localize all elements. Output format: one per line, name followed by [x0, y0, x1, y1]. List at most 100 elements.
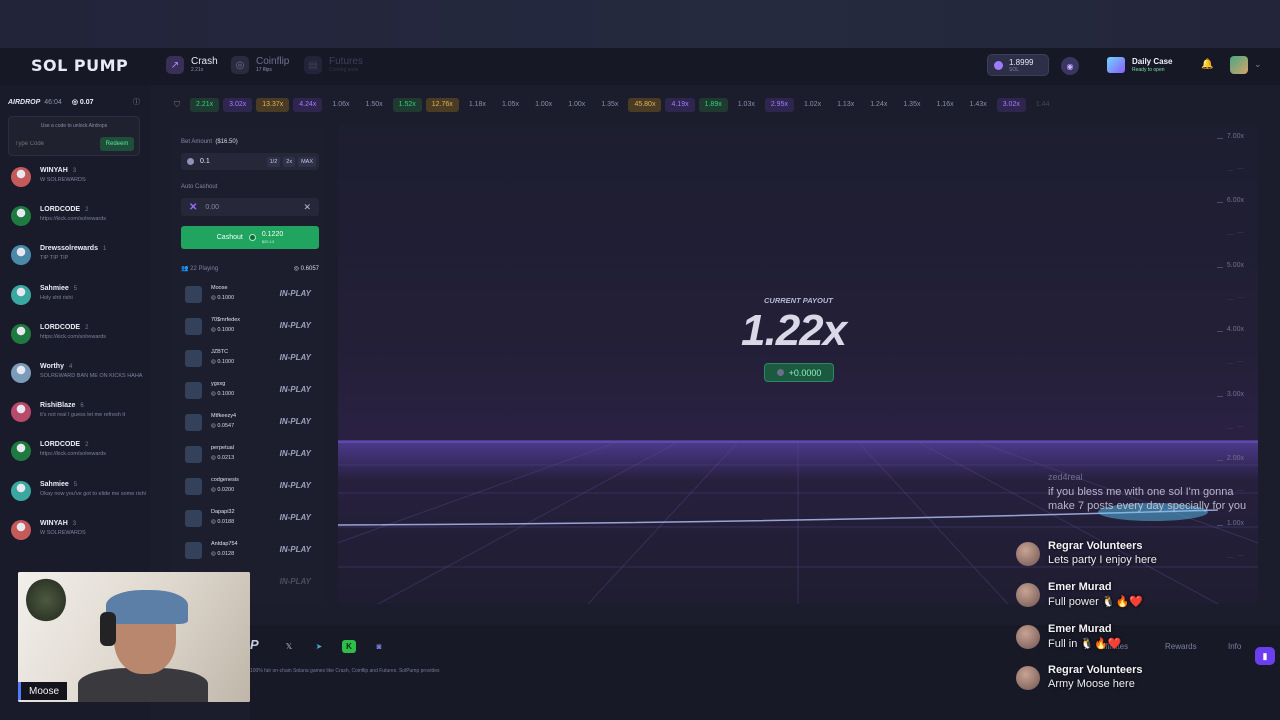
- player-avatar: [185, 510, 202, 527]
- history-multiplier[interactable]: 1.50x: [360, 98, 389, 112]
- futures-icon: ▤: [304, 56, 322, 74]
- half-button[interactable]: 1/2: [266, 156, 281, 167]
- chat-username[interactable]: LORDCODE 2: [40, 206, 88, 213]
- avatar[interactable]: [11, 245, 31, 266]
- x-icon[interactable]: 𝕏: [282, 640, 296, 653]
- chat-username[interactable]: RishiBlaze 6: [40, 402, 84, 409]
- tab-coinflip[interactable]: ◎ Coinflip 17 flips: [231, 56, 289, 74]
- history-multiplier[interactable]: 1.05x: [496, 98, 525, 112]
- avatar[interactable]: [11, 480, 31, 501]
- history-multiplier[interactable]: 1.35x: [897, 98, 926, 112]
- sol-coin-icon: [248, 234, 256, 241]
- avatar[interactable]: [1230, 56, 1248, 74]
- daily-case-button[interactable]: Daily Case Ready to open: [1107, 53, 1172, 77]
- chat-username[interactable]: Sahmiee 5: [40, 481, 77, 488]
- airdrop-timer: 46:04: [44, 98, 62, 106]
- telegram-icon[interactable]: ➤: [312, 640, 326, 653]
- footer-link-rewards[interactable]: Rewards: [1165, 642, 1197, 651]
- y-tick-label: 5.00x: [1216, 262, 1244, 269]
- chat-bubble-icon[interactable]: ▮: [1255, 647, 1275, 665]
- double-button[interactable]: 2x: [283, 156, 296, 167]
- player-bet: ◎ 0.1000: [211, 391, 235, 397]
- avatar[interactable]: [11, 167, 31, 187]
- kick-icon[interactable]: K: [342, 640, 356, 653]
- bell-icon[interactable]: 🔔: [1201, 59, 1213, 70]
- avatar[interactable]: [11, 362, 31, 383]
- chat-message: WINYAH 3 W SOLREWARDS: [8, 516, 148, 555]
- tab-crash[interactable]: ↗ Crash 2.21x: [166, 56, 218, 74]
- history-multiplier[interactable]: 12.76x: [425, 98, 459, 112]
- history-multiplier[interactable]: 3.02x: [223, 98, 253, 112]
- history-multiplier[interactable]: 1.43x: [964, 98, 993, 112]
- history-multiplier[interactable]: 1.00x: [529, 98, 558, 112]
- history-multiplier[interactable]: 1.44: [1030, 98, 1056, 112]
- redeem-button[interactable]: Redeem: [100, 137, 134, 151]
- chat-username[interactable]: WINYAH 3: [40, 167, 76, 174]
- chat-text: https://kick.com/solrewards: [40, 216, 107, 223]
- sol-coin-icon: [994, 60, 1003, 70]
- history-multiplier[interactable]: 1.24x: [864, 98, 893, 112]
- history-multiplier[interactable]: 1.18x: [463, 98, 492, 112]
- history-multiplier[interactable]: 4.24x: [293, 98, 323, 112]
- y-tick-label: 2.00x: [1216, 455, 1244, 462]
- chat-username[interactable]: LORDCODE 2: [40, 441, 88, 448]
- history-multiplier[interactable]: 1.00x: [562, 98, 591, 112]
- avatar[interactable]: [11, 402, 31, 423]
- chat-username[interactable]: WINYAH 3: [40, 520, 76, 527]
- history-multiplier[interactable]: 2.95x: [764, 98, 794, 112]
- discord-icon[interactable]: ◙: [372, 640, 386, 653]
- tab-futures[interactable]: ▤ Futures Coming soon: [304, 56, 363, 74]
- avatar[interactable]: [11, 206, 31, 227]
- chat-text: https://kick.com/solrewards: [40, 451, 107, 458]
- avatar[interactable]: [11, 284, 31, 305]
- history-multiplier[interactable]: 13.37x: [256, 98, 290, 112]
- multiplier-icon: ✕: [189, 201, 198, 213]
- history-multiplier[interactable]: 1.89x: [698, 98, 728, 112]
- solpump-logo[interactable]: SOL PUMP: [31, 56, 128, 75]
- chat-username[interactable]: Worthy 4: [40, 363, 72, 370]
- bet-amount-label: Bet Amount ($16.50): [181, 139, 238, 145]
- max-button[interactable]: MAX: [298, 156, 316, 167]
- chevron-down-icon[interactable]: ⌄: [1254, 59, 1262, 70]
- history-multiplier[interactable]: 1.02x: [798, 98, 827, 112]
- cashout-button[interactable]: Cashout 0.1220 $20.13: [181, 226, 319, 249]
- auto-cashout-input[interactable]: ✕ 0.00 ✕: [181, 198, 319, 216]
- y-minor-tick: —: [1227, 165, 1244, 172]
- airdrop-amount: ◎ 0.07: [71, 99, 94, 106]
- player-status: IN-PLAY: [279, 513, 311, 522]
- bet-amount-input[interactable]: 0.1 1/2 2x MAX: [181, 153, 319, 170]
- history-multiplier[interactable]: 2.21x: [190, 98, 220, 112]
- player-bet: ◎ 0.0547: [211, 423, 235, 429]
- history-multiplier[interactable]: 4.19x: [665, 98, 695, 112]
- airdrop-label: AIRDROP: [8, 98, 41, 106]
- stream-chat-text: Full in 🐧🔥❤️: [1048, 638, 1122, 650]
- avatar[interactable]: [11, 441, 31, 462]
- history-multiplier[interactable]: 1.06x: [326, 98, 355, 112]
- chat-username[interactable]: LORDCODE 2: [40, 324, 88, 331]
- cashout-value: 0.1220: [261, 231, 284, 238]
- history-multiplier[interactable]: 3.02x: [996, 98, 1026, 112]
- history-multiplier[interactable]: 1.16x: [930, 98, 959, 112]
- shield-icon[interactable]: ⛉: [174, 100, 180, 110]
- history-multiplier[interactable]: 45.80x: [628, 98, 662, 112]
- avatar[interactable]: [11, 323, 31, 344]
- airdrop-code-input[interactable]: [15, 137, 95, 151]
- wallet-icon[interactable]: ◉: [1061, 57, 1079, 75]
- chat-username[interactable]: Drewssolrewards 1: [40, 245, 106, 252]
- auto-cashout-value: 0.00: [205, 203, 220, 211]
- history-multiplier[interactable]: 1.52x: [392, 98, 422, 112]
- wallet-balance[interactable]: 1.8999 SOL: [987, 54, 1049, 76]
- avatar[interactable]: [11, 519, 31, 540]
- history-multiplier[interactable]: 1.03x: [732, 98, 761, 112]
- chat-username[interactable]: Sahmiee 5: [40, 285, 77, 292]
- airdrop-code-box: Use a code to unlock Airdrops Redeem: [8, 116, 140, 156]
- info-icon[interactable]: ⓘ: [133, 97, 140, 107]
- playing-summary: 👥 22 Playing ◎ 0.6057: [181, 265, 319, 274]
- y-minor-tick: —: [1227, 552, 1244, 559]
- footer-link-info[interactable]: Info: [1228, 642, 1241, 651]
- clear-icon[interactable]: ✕: [303, 202, 311, 213]
- stream-chat-text: Lets party I enjoy here: [1048, 554, 1157, 566]
- history-multiplier[interactable]: 1.35x: [595, 98, 624, 112]
- history-multiplier[interactable]: 1.13x: [831, 98, 860, 112]
- crash-history: ⛉ 2.21x 3.02x 13.37x 4.24x 1.06x 1.50x 1.52x 12…: [160, 96, 1260, 114]
